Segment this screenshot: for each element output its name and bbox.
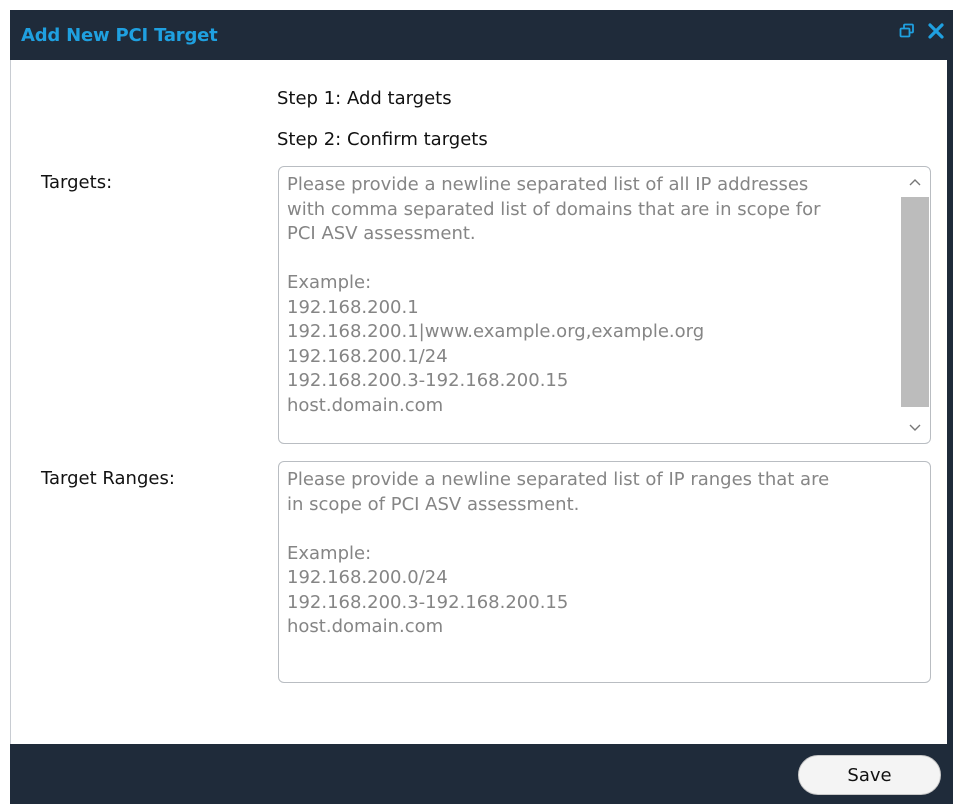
save-button[interactable]: Save bbox=[798, 755, 941, 795]
target-ranges-textarea[interactable]: Please provide a newline separated list … bbox=[278, 461, 931, 683]
dialog-content: Step 1: Add targets Step 2: Confirm targ… bbox=[10, 60, 947, 744]
dialog-footer: Save bbox=[10, 744, 953, 804]
step-1-text: Step 1: Add targets bbox=[277, 88, 452, 109]
dialog-title: Add New PCI Target bbox=[21, 24, 218, 46]
targets-textarea[interactable]: Please provide a newline separated list … bbox=[278, 166, 931, 444]
close-icon[interactable] bbox=[927, 22, 945, 40]
target-ranges-placeholder: Please provide a newline separated list … bbox=[287, 469, 830, 637]
scroll-down-icon[interactable] bbox=[901, 414, 929, 442]
scrollbar-thumb[interactable] bbox=[901, 197, 929, 407]
restore-icon[interactable] bbox=[899, 23, 915, 39]
add-pci-target-dialog: Add New PCI Target Step 1: Add targets S… bbox=[10, 10, 953, 804]
targets-placeholder: Please provide a newline separated list … bbox=[287, 174, 821, 416]
target-ranges-label: Target Ranges: bbox=[41, 468, 175, 489]
targets-scrollbar[interactable] bbox=[901, 168, 929, 442]
scroll-up-icon[interactable] bbox=[901, 168, 929, 196]
step-2-text: Step 2: Confirm targets bbox=[277, 129, 488, 150]
targets-label: Targets: bbox=[41, 172, 113, 193]
titlebar-controls bbox=[899, 22, 945, 40]
dialog-titlebar[interactable]: Add New PCI Target bbox=[10, 10, 953, 60]
